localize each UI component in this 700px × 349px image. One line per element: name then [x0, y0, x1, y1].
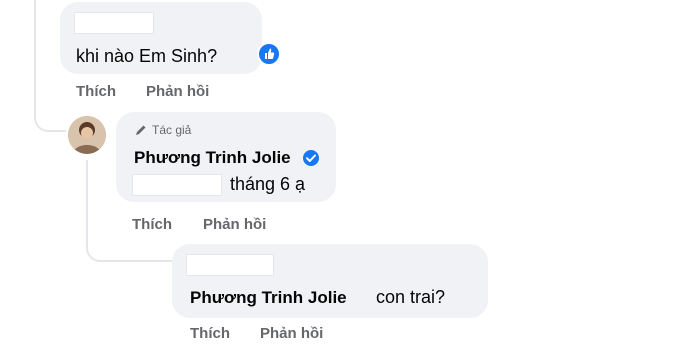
like-button[interactable]: Thích: [132, 216, 172, 233]
redacted-name: [186, 254, 274, 276]
like-button[interactable]: Thích: [190, 325, 230, 342]
mention-name[interactable]: Phương Trinh Jolie: [190, 288, 347, 308]
comment-bubble: Tác giả Phương Trinh Jolie tháng 6 ạ: [116, 112, 336, 202]
reply-button[interactable]: Phản hồi: [260, 325, 323, 342]
verified-badge-icon: [302, 149, 320, 167]
redacted-name: [74, 12, 154, 34]
like-icon: [257, 42, 281, 66]
avatar[interactable]: [68, 116, 106, 154]
comment-text: khi nào Em Sinh?: [76, 46, 218, 66]
comment-text: con trai?: [376, 287, 446, 307]
author-name[interactable]: Phương Trinh Jolie: [134, 148, 291, 168]
author-badge-label: Tác giả: [152, 123, 192, 137]
reply-button[interactable]: Phản hồi: [203, 216, 266, 233]
reply-button[interactable]: Phản hồi: [146, 83, 209, 100]
redacted-mention: [132, 174, 222, 196]
author-badge: Tác giả: [134, 123, 191, 137]
comment-bubble: khi nào Em Sinh?: [60, 2, 262, 74]
like-button[interactable]: Thích: [76, 83, 116, 100]
pencil-icon: [134, 123, 148, 137]
comment-text: tháng 6 ạ: [230, 174, 306, 194]
comment-bubble: Phương Trinh Jolie con trai?: [172, 244, 488, 318]
